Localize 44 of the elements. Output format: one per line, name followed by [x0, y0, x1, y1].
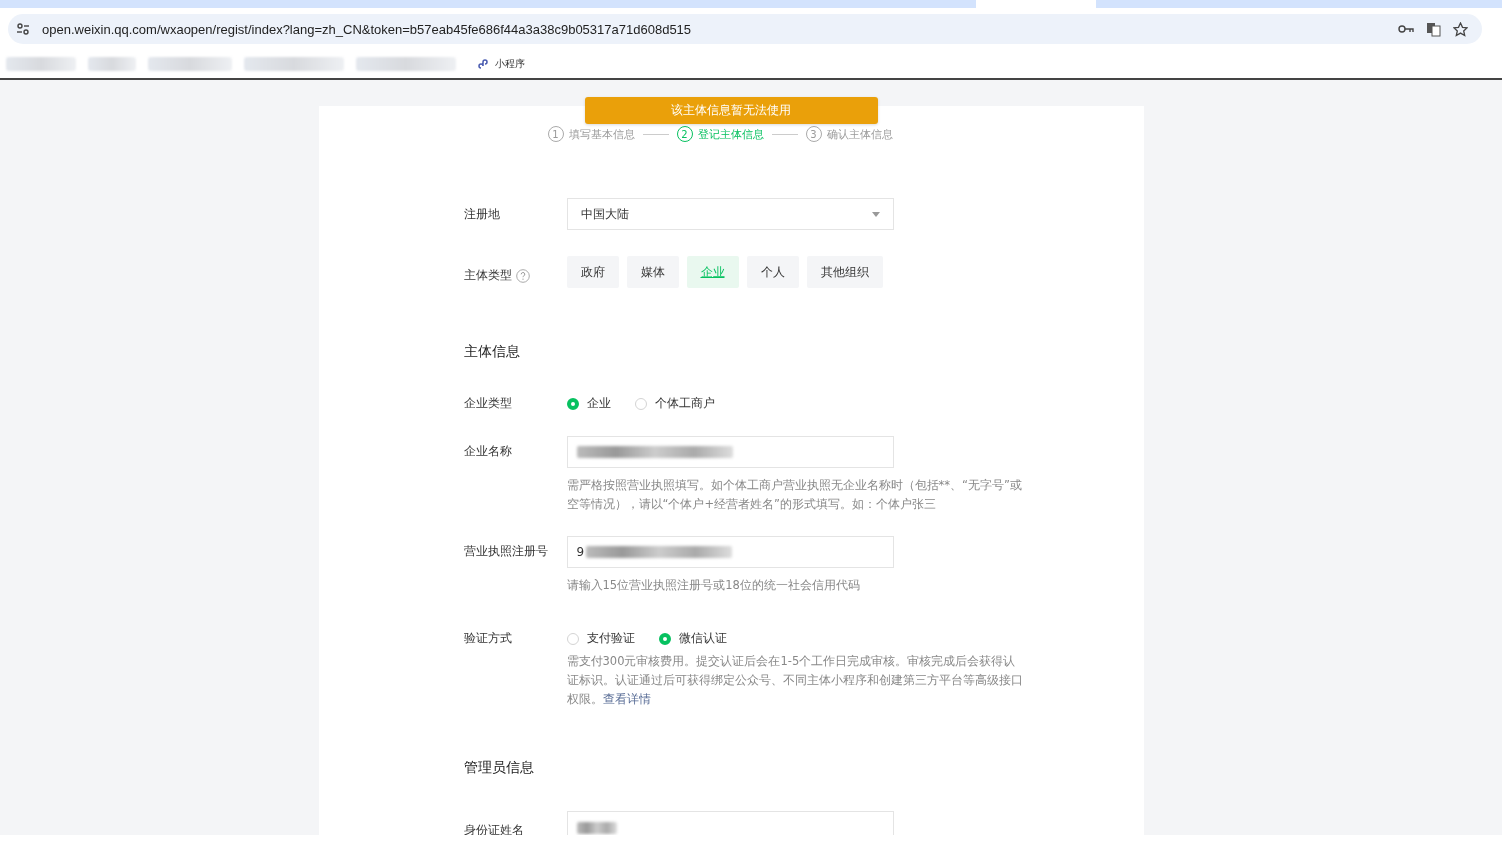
site-settings-icon[interactable]	[16, 22, 30, 36]
type-option-button[interactable]: 政府	[566, 256, 619, 288]
field-label: 企业类型	[463, 396, 513, 411]
blurred-bookmark[interactable]	[6, 57, 76, 71]
help-icon[interactable]	[515, 268, 530, 283]
radio-option[interactable]: 支付验证	[566, 631, 635, 646]
details-link[interactable]: 查看详情	[602, 692, 651, 706]
field-label: 验证方式	[463, 631, 513, 646]
address-bar[interactable]: open.weixin.qq.com/wxaopen/regist/index?lang=zh_CN&token=b57eab45fe686f44a3a38c9b05317a71d608d515	[8, 14, 1482, 44]
url-text: open.weixin.qq.com/wxaopen/regist/index?lang=zh_CN&token=b57eab45fe686f44a3a38c9b05317a71d608d515	[42, 21, 692, 37]
translate-icon[interactable]	[1426, 21, 1441, 37]
license-number-field[interactable]: 9	[566, 536, 894, 568]
field-label: 身份证姓名	[463, 823, 525, 835]
radio-option[interactable]: 企业	[566, 396, 611, 411]
section-title: 主体信息	[463, 343, 521, 361]
key-icon[interactable]	[1398, 24, 1414, 34]
blurred-text	[576, 821, 617, 834]
blurred-bookmark[interactable]	[244, 57, 344, 71]
field-label: 注册地	[463, 207, 501, 222]
field-label: 主体类型	[463, 268, 512, 283]
type-option-button[interactable]: 媒体	[626, 256, 679, 288]
bookmark[interactable]: 小程序	[478, 57, 525, 71]
caret-icon	[871, 211, 880, 217]
star-icon[interactable]	[1453, 21, 1468, 37]
radio-option[interactable]: 微信认证	[658, 631, 727, 646]
step: 2 登记主体信息	[676, 126, 764, 142]
blurred-bookmark[interactable]	[148, 57, 232, 71]
blurred-bookmark[interactable]	[88, 57, 136, 71]
region-select[interactable]: 中国大陆	[566, 198, 894, 230]
field-label: 营业执照注册号	[463, 544, 549, 559]
section-title: 管理员信息	[463, 759, 535, 777]
radio-option[interactable]: 个体工商户	[634, 396, 715, 411]
step: 1 填写基本信息	[547, 126, 635, 142]
description-text: 需支付300元审核费用。提交认证后会在1-5个工作日完成审核。审核完成后会获得认证标识。认证通过后可获得绑定公众号、不同主体小程序和创建第三方平台等高级接口权限。查看详情	[566, 653, 1024, 708]
type-option-button[interactable]: 个人	[746, 256, 799, 288]
hint-text: 请输入15位营业执照注册号或18位的统一社会信用代码	[566, 577, 861, 594]
step: 3 确认主体信息	[805, 126, 893, 142]
warning-toast: 该主体信息暂无法使用	[584, 97, 878, 124]
type-option-button[interactable]: 其他组织	[806, 256, 883, 288]
field-label: 企业名称	[463, 444, 513, 459]
company-name-field[interactable]	[566, 436, 894, 468]
hint-text: 需严格按照营业执照填写。如个体工商户营业执照无企业名称时（包括**、“无字号”或空等情况），请以“个体户+经营者姓名”的形式填写。如：个体户张三	[566, 477, 1023, 513]
link-icon	[478, 58, 490, 70]
blurred-bookmark[interactable]	[356, 57, 456, 71]
